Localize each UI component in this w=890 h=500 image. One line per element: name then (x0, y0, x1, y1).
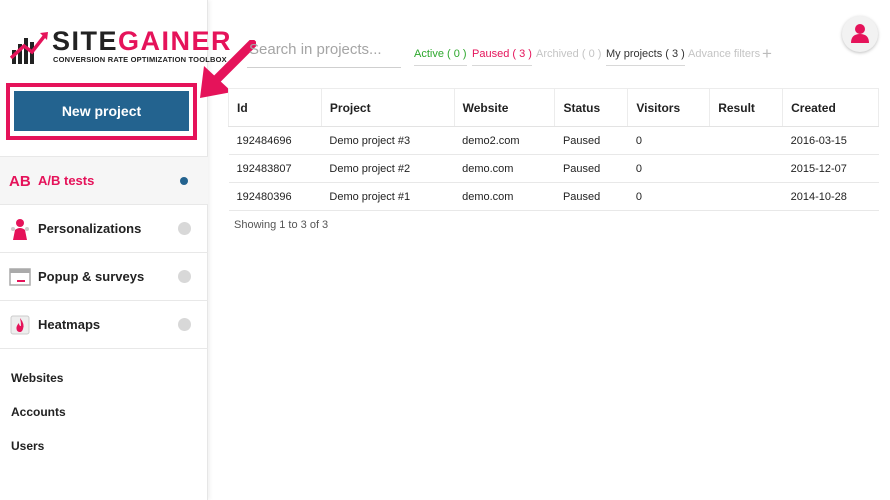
table-header-row: Id Project Website Status Visitors Resul… (228, 88, 879, 127)
table-row[interactable]: 192484696 Demo project #3 demo2.com Paus… (228, 126, 879, 155)
filter-archived[interactable]: Archived ( 0 ) (536, 48, 601, 65)
new-project-button[interactable]: New project (14, 91, 189, 131)
cell-id: 192484696 (228, 126, 322, 155)
cell-project: Demo project #1 (321, 182, 455, 211)
cell-website: demo.com (454, 182, 555, 211)
cell-project: Demo project #3 (321, 126, 455, 155)
filter-active[interactable]: Active ( 0 ) (414, 48, 467, 66)
cell-project: Demo project #2 (321, 154, 455, 183)
cell-result (709, 182, 783, 211)
cell-result (709, 154, 783, 183)
cell-website: demo2.com (454, 126, 555, 155)
cell-status: Paused (554, 182, 628, 211)
svg-text:AB: AB (9, 173, 31, 190)
pagination-info: Showing 1 to 3 of 3 (234, 219, 329, 231)
logo-chart-icon (10, 32, 48, 64)
flame-icon (10, 315, 30, 335)
filter-my-projects[interactable]: My projects ( 3 ) (606, 48, 685, 66)
status-dot (180, 176, 188, 185)
status-dot (178, 222, 191, 235)
sidebar-item-heatmaps[interactable]: Heatmaps (0, 300, 208, 348)
sidebar-item-label: Heatmaps (38, 317, 101, 332)
cell-id: 192480396 (228, 182, 322, 211)
column-header-website[interactable]: Website (454, 88, 556, 127)
cell-website: demo.com (454, 154, 555, 183)
add-filter-icon[interactable]: + (762, 44, 772, 64)
user-menu-button[interactable] (842, 16, 878, 52)
column-header-created[interactable]: Created (782, 88, 879, 127)
sidebar-link-users[interactable]: Users (11, 439, 44, 453)
search-input[interactable] (247, 38, 401, 68)
sidebar-link-websites[interactable]: Websites (11, 371, 63, 385)
cell-status: Paused (554, 154, 628, 183)
divider (0, 348, 208, 349)
cell-visitors: 0 (627, 154, 710, 183)
popup-icon (9, 268, 31, 286)
cell-created: 2016-03-15 (782, 126, 879, 155)
sidebar-link-accounts[interactable]: Accounts (11, 405, 66, 419)
cell-created: 2015-12-07 (782, 154, 879, 183)
logo[interactable]: SITEGAINER CONVERSION RATE OPTIMIZATION … (8, 26, 231, 70)
sidebar-item-popup-surveys[interactable]: Popup & surveys (0, 252, 208, 300)
column-header-id[interactable]: Id (228, 88, 322, 127)
sidebar-item-label: Popup & surveys (38, 269, 145, 284)
status-dot (178, 270, 191, 283)
cell-id: 192483807 (228, 154, 322, 183)
sidebar-item-label: Personalizations (38, 221, 142, 236)
cell-visitors: 0 (627, 126, 710, 155)
table-row[interactable]: 192480396 Demo project #1 demo.com Pause… (228, 182, 879, 211)
column-header-result[interactable]: Result (709, 88, 784, 127)
cell-visitors: 0 (627, 182, 710, 211)
projects-table: Id Project Website Status Visitors Resul… (228, 88, 879, 211)
ab-icon: AB (9, 173, 31, 190)
user-icon (851, 24, 869, 43)
column-header-status[interactable]: Status (554, 88, 629, 127)
cell-result (709, 126, 783, 155)
sidebar-item-personalizations[interactable]: Personalizations (0, 204, 208, 252)
status-dot (178, 318, 191, 331)
column-header-visitors[interactable]: Visitors (627, 88, 711, 127)
sidebar-item-ab-tests[interactable]: AB A/B tests (0, 156, 208, 204)
cell-status: Paused (554, 126, 628, 155)
table-row[interactable]: 192483807 Demo project #2 demo.com Pause… (228, 154, 879, 183)
sidebar-item-label: A/B tests (38, 173, 95, 188)
advanced-filters-link[interactable]: Advance filters (688, 48, 760, 65)
filter-paused[interactable]: Paused ( 3 ) (472, 48, 532, 66)
sidebar: SITEGAINER CONVERSION RATE OPTIMIZATION … (0, 0, 231, 500)
column-header-project[interactable]: Project (321, 88, 455, 127)
person-icon (11, 219, 29, 240)
cell-created: 2014-10-28 (782, 182, 879, 211)
